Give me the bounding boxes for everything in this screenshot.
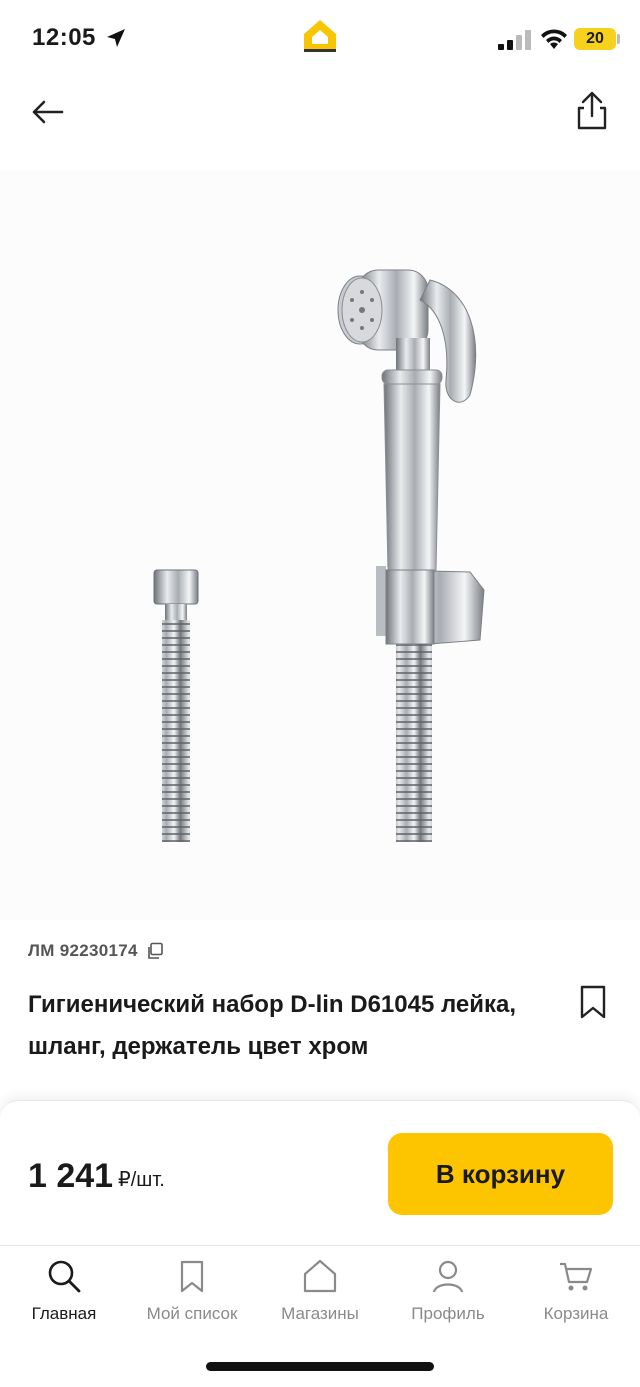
- price-value: 1 241: [28, 1157, 114, 1195]
- tab-home[interactable]: Главная: [0, 1258, 128, 1338]
- wifi-icon: [541, 29, 567, 49]
- status-bar: 12:05 20: [0, 0, 640, 80]
- copy-icon[interactable]: [146, 942, 164, 960]
- battery-icon: 20: [574, 28, 616, 50]
- profile-icon: [432, 1260, 464, 1293]
- location-arrow-icon: [107, 29, 125, 47]
- back-button[interactable]: [28, 92, 68, 132]
- share-button[interactable]: [572, 90, 612, 132]
- purchase-bar: 1 241 ₽/шт. В корзину: [0, 1100, 640, 1245]
- home-indicator[interactable]: [206, 1362, 434, 1371]
- tab-stores[interactable]: Магазины: [256, 1258, 384, 1338]
- article-text: ЛМ 92230174: [28, 941, 138, 960]
- app-logo-icon: [304, 20, 336, 52]
- price-unit: ₽/шт.: [118, 1169, 165, 1191]
- tab-profile[interactable]: Профиль: [384, 1258, 512, 1338]
- bookmark-button[interactable]: [578, 984, 608, 1020]
- cart-icon: [560, 1262, 593, 1291]
- article-number: ЛМ 92230174: [28, 941, 164, 961]
- share-icon: [577, 91, 607, 130]
- bookmark-icon: [580, 985, 606, 1019]
- product-illustration: [153, 269, 485, 842]
- tab-label: Магазины: [281, 1304, 359, 1323]
- arrow-left-icon: [32, 100, 64, 124]
- bookmark-icon: [180, 1260, 204, 1293]
- tab-label: Профиль: [411, 1304, 485, 1323]
- tab-label: Мой список: [146, 1304, 238, 1323]
- add-to-cart-button[interactable]: В корзину: [388, 1133, 613, 1215]
- tab-label: Главная: [31, 1304, 97, 1323]
- product-photo[interactable]: [0, 170, 640, 920]
- status-time: 12:05: [32, 24, 96, 51]
- tab-cart[interactable]: Корзина: [512, 1258, 640, 1338]
- store-icon: [303, 1259, 337, 1293]
- tab-label: Корзина: [543, 1304, 609, 1323]
- signal-icon: [498, 30, 531, 50]
- product-title: Гигиенический набор D-lin D61045 лейка, …: [28, 991, 517, 1060]
- search-icon: [48, 1260, 81, 1293]
- tab-my-list[interactable]: Мой список: [128, 1258, 256, 1338]
- battery-tip: [617, 34, 620, 44]
